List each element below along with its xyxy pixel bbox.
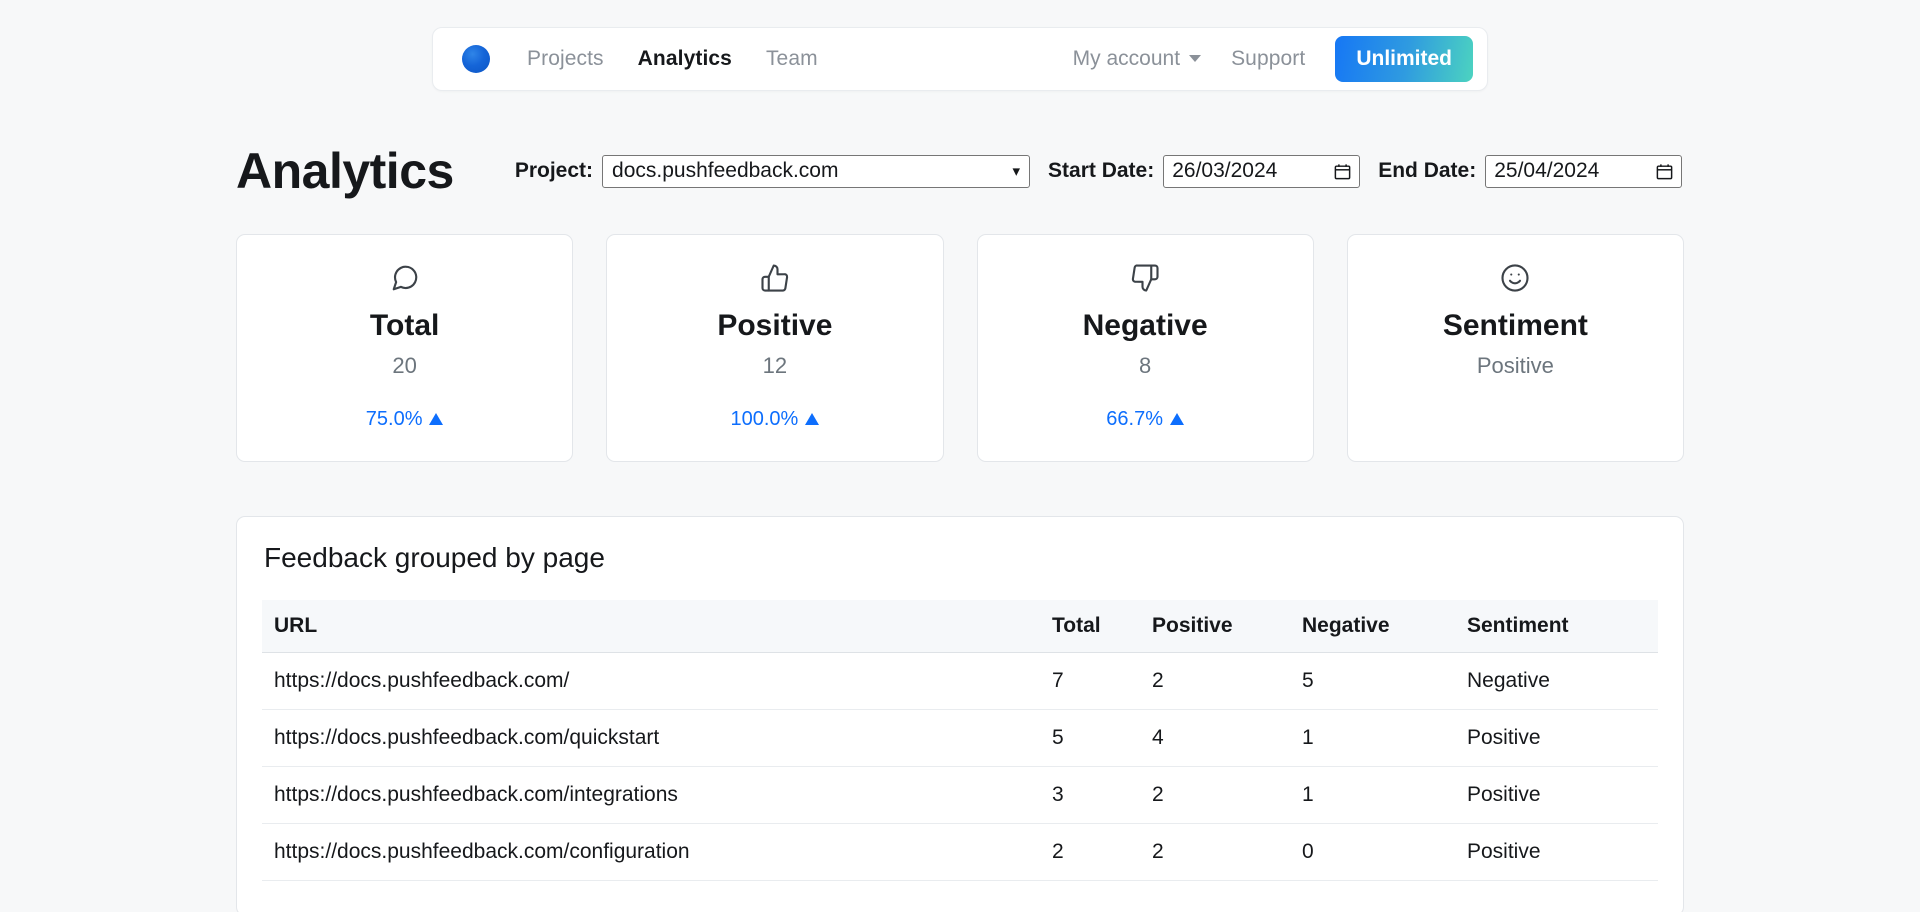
project-label: Project: — [515, 159, 593, 183]
nav-link-support[interactable]: Support — [1231, 47, 1305, 71]
page-title: Analytics — [236, 146, 454, 196]
cell-negative: 1 — [1292, 709, 1457, 766]
cell-positive: 2 — [1142, 823, 1292, 880]
cell-positive: 2 — [1142, 652, 1292, 709]
unlimited-plan-button[interactable]: Unlimited — [1335, 36, 1473, 82]
top-navbar: Projects Analytics Team My account Suppo… — [432, 27, 1488, 91]
feedback-table-panel: Feedback grouped by page URL Total Posit… — [236, 516, 1684, 912]
start-date-label: Start Date: — [1048, 159, 1154, 183]
stat-card-title: Positive — [717, 309, 832, 342]
cell-total: 5 — [1042, 709, 1142, 766]
cell-total: 2 — [1042, 823, 1142, 880]
stat-card-delta-value: 66.7% — [1106, 408, 1163, 430]
stat-card-value: 8 — [1139, 354, 1151, 378]
cell-total: 3 — [1042, 766, 1142, 823]
column-header-url[interactable]: URL — [262, 600, 1042, 653]
table-row[interactable]: https://docs.pushfeedback.com/quickstart… — [262, 709, 1658, 766]
nav-right-group: My account Support Unlimited — [1073, 36, 1473, 82]
stat-card-negative: Negative 8 66.7% — [977, 234, 1314, 462]
cell-url[interactable]: https://docs.pushfeedback.com/ — [262, 652, 1042, 709]
nav-links: Projects Analytics Team — [527, 47, 818, 71]
stat-card-value: 20 — [392, 354, 416, 378]
cell-negative: 0 — [1292, 823, 1457, 880]
table-header: URL Total Positive Negative Sentiment — [262, 600, 1658, 653]
feedback-table: URL Total Positive Negative Sentiment ht… — [262, 600, 1658, 881]
stat-card-sentiment: Sentiment Positive — [1347, 234, 1684, 462]
arrow-up-icon — [429, 413, 443, 425]
cell-sentiment: Negative — [1457, 652, 1658, 709]
table-row[interactable]: https://docs.pushfeedback.com/configurat… — [262, 823, 1658, 880]
column-header-negative[interactable]: Negative — [1292, 600, 1457, 653]
stat-card-title: Sentiment — [1443, 309, 1588, 342]
stat-card-delta: 100.0% — [730, 408, 819, 430]
cell-positive: 4 — [1142, 709, 1292, 766]
calendar-icon[interactable] — [1656, 163, 1673, 180]
arrow-up-icon — [805, 413, 819, 425]
table-row[interactable]: https://docs.pushfeedback.com/integratio… — [262, 766, 1658, 823]
start-date-input[interactable]: 26/03/2024 — [1163, 155, 1360, 188]
cell-negative: 5 — [1292, 652, 1457, 709]
start-date-value: 26/03/2024 — [1172, 159, 1277, 183]
filters-group: Project: docs.pushfeedback.com ▾ Start D… — [515, 155, 1682, 188]
end-date-input[interactable]: 25/04/2024 — [1485, 155, 1682, 188]
my-account-dropdown[interactable]: My account — [1073, 47, 1201, 71]
end-date-value: 25/04/2024 — [1494, 159, 1599, 183]
page-content: Analytics Project: docs.pushfeedback.com… — [0, 146, 1920, 912]
my-account-label: My account — [1073, 47, 1180, 71]
cell-positive: 2 — [1142, 766, 1292, 823]
table-row[interactable]: https://docs.pushfeedback.com/ 7 2 5 Neg… — [262, 652, 1658, 709]
table-body: https://docs.pushfeedback.com/ 7 2 5 Neg… — [262, 652, 1658, 880]
brand-logo[interactable] — [455, 38, 497, 80]
brand-circle-logo-icon — [462, 45, 490, 73]
panel-title: Feedback grouped by page — [264, 543, 1658, 574]
stat-card-title: Total — [370, 309, 439, 342]
cell-url[interactable]: https://docs.pushfeedback.com/configurat… — [262, 823, 1042, 880]
stat-card-delta-value: 75.0% — [366, 408, 423, 430]
cell-negative: 1 — [1292, 766, 1457, 823]
project-select-value: docs.pushfeedback.com — [612, 159, 838, 183]
cell-url[interactable]: https://docs.pushfeedback.com/integratio… — [262, 766, 1042, 823]
thumbs-down-icon — [1130, 262, 1160, 294]
stat-card-value: 12 — [763, 354, 787, 378]
column-header-sentiment[interactable]: Sentiment — [1457, 600, 1658, 653]
stat-card-title: Negative — [1083, 309, 1208, 342]
cell-url[interactable]: https://docs.pushfeedback.com/quickstart — [262, 709, 1042, 766]
smiley-face-icon — [1500, 262, 1530, 294]
stat-card-total: Total 20 75.0% — [236, 234, 573, 462]
arrow-up-icon — [1170, 413, 1184, 425]
column-header-total[interactable]: Total — [1042, 600, 1142, 653]
cell-sentiment: Positive — [1457, 766, 1658, 823]
nav-link-analytics[interactable]: Analytics — [638, 47, 732, 71]
nav-link-team[interactable]: Team — [766, 47, 818, 71]
chevron-down-icon — [1189, 55, 1201, 62]
column-header-positive[interactable]: Positive — [1142, 600, 1292, 653]
cell-sentiment: Positive — [1457, 709, 1658, 766]
stat-card-delta: 75.0% — [366, 408, 444, 430]
stat-card-value: Positive — [1477, 354, 1554, 378]
nav-link-projects[interactable]: Projects — [527, 47, 604, 71]
speech-bubble-icon — [390, 262, 420, 294]
thumbs-up-icon — [760, 262, 790, 294]
project-select[interactable]: docs.pushfeedback.com ▾ — [602, 155, 1030, 188]
stat-card-delta: 66.7% — [1106, 408, 1184, 430]
chevron-down-icon: ▾ — [1012, 164, 1020, 179]
cell-total: 7 — [1042, 652, 1142, 709]
navbar-region: Projects Analytics Team My account Suppo… — [0, 0, 1920, 91]
header-row: Analytics Project: docs.pushfeedback.com… — [236, 146, 1684, 196]
end-date-label: End Date: — [1378, 159, 1476, 183]
cell-sentiment: Positive — [1457, 823, 1658, 880]
table-header-row: URL Total Positive Negative Sentiment — [262, 600, 1658, 653]
stat-card-positive: Positive 12 100.0% — [606, 234, 943, 462]
calendar-icon[interactable] — [1334, 163, 1351, 180]
stat-cards: Total 20 75.0% Positive 12 100.0% — [236, 234, 1684, 462]
stat-card-delta-value: 100.0% — [730, 408, 798, 430]
